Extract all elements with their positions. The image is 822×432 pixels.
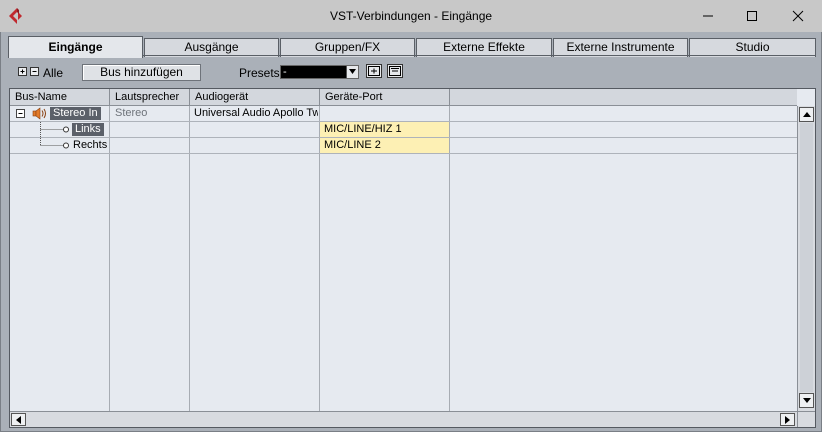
table-row[interactable]: Links MIC/LINE/HIZ 1 [10,122,797,138]
scroll-right-icon[interactable] [780,413,795,426]
device-port-cell[interactable]: MIC/LINE/HIZ 1 [320,122,449,137]
presets-value: - [283,66,287,78]
scrollbar-corner [797,411,815,427]
audio-device-cell [194,138,318,153]
minimize-button[interactable] [686,0,730,32]
table-row[interactable]: Rechts MIC/LINE 2 [10,138,797,154]
toolbar: Alle Bus hinzufügen Presets - [8,58,816,84]
scroll-left-icon[interactable] [11,413,26,426]
presets-dropdown[interactable]: - [280,65,359,79]
channel-name-label[interactable]: Rechts [73,138,109,153]
speaker-icon [32,106,50,121]
delete-preset-icon[interactable] [387,64,403,78]
column-header-speaker[interactable]: Lautsprecher [110,89,190,105]
presets-label: Presets [239,66,280,80]
speaker-config-cell[interactable]: Stereo [115,106,187,121]
speaker-config-cell [115,122,187,137]
vertical-scrollbar[interactable] [797,106,815,411]
tab-inputs[interactable]: Eingänge [8,36,143,58]
maximize-button[interactable] [730,0,774,32]
scrollbar-thumb[interactable] [800,123,813,392]
tab-bar: Eingänge Ausgänge Gruppen/FX Externe Eff… [8,36,816,58]
vst-connections-window: Eingänge Ausgänge Gruppen/FX Externe Eff… [0,32,822,432]
connections-table: Bus-Name Lautsprecher Audiogerät Geräte-… [9,88,816,428]
column-header-device-port[interactable]: Geräte-Port [320,89,450,105]
add-bus-button[interactable]: Bus hinzufügen [82,64,201,81]
device-port-cell[interactable] [320,106,449,121]
tree-branch-icon [37,138,73,153]
horizontal-scrollbar[interactable] [10,411,797,427]
scroll-up-icon[interactable] [799,107,814,122]
close-button[interactable] [776,0,820,32]
scroll-down-icon[interactable] [799,393,814,408]
speaker-config-cell [115,138,187,153]
tree-collapse-icon[interactable] [16,106,28,121]
bus-name-label[interactable]: Stereo In [50,107,101,120]
column-header-bus-name[interactable]: Bus-Name [10,89,110,105]
collapse-all-icon[interactable] [30,67,39,76]
title-bar: VST-Verbindungen - Eingänge [0,0,822,32]
all-label: Alle [43,66,64,80]
save-preset-icon[interactable] [366,64,382,78]
device-port-cell[interactable]: MIC/LINE 2 [320,138,449,153]
chevron-down-icon[interactable] [346,66,358,78]
table-header: Bus-Name Lautsprecher Audiogerät Geräte-… [10,89,797,106]
channel-name-label[interactable]: Links [72,123,104,136]
table-row[interactable]: Stereo In Stereo Universal Audio Apollo … [10,106,797,122]
tree-branch-icon [37,122,73,137]
column-header-audio-device[interactable]: Audiogerät [190,89,320,105]
audio-device-cell [194,122,318,137]
audio-device-cell[interactable]: Universal Audio Apollo Twin [194,106,318,121]
expand-all-icon[interactable] [18,67,27,76]
